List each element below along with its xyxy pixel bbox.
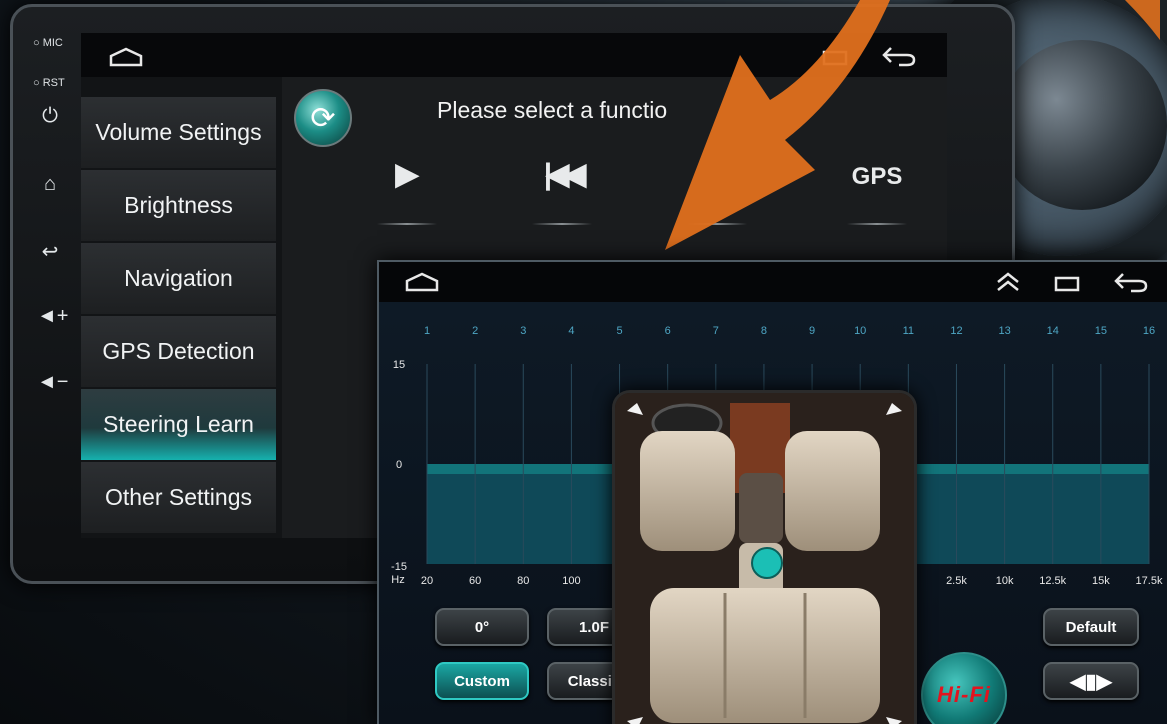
eq-band-number: 7 (713, 325, 719, 337)
menu-item-label: Navigation (124, 265, 233, 291)
eq-frequency-label: 20 (421, 575, 433, 587)
sound-field-car-diagram[interactable] (612, 390, 917, 724)
eq-frequency-label: 100 (562, 575, 580, 587)
speaker-balance-button[interactable]: ◀▮▶ (1043, 662, 1139, 700)
previous-track-icon[interactable]: |◀◀ (527, 157, 597, 192)
play-icon[interactable]: ▶ (372, 157, 442, 192)
menu-item-label: GPS Detection (102, 338, 255, 364)
mic-label: ○ MIC (33, 37, 63, 49)
angle-button[interactable]: 0° (435, 608, 529, 646)
menu-item-other-settings[interactable]: Other Settings (81, 462, 276, 533)
eq-frequency-label: 12.5k (1039, 575, 1066, 587)
equalizer-screen: 1 2 3 4 5 6 7 8 9 10 11 12 13 14 15 16 15 0 -15 Hz 20 60 80 100… (377, 260, 1167, 724)
recent-apps-icon[interactable] (1053, 272, 1083, 292)
eq-frequency-label: 2.5k (946, 575, 967, 587)
eq-band-number: 12 (950, 325, 962, 337)
menu-item-steering-learn[interactable]: Steering Learn (81, 389, 276, 460)
eq-band-number: 11 (903, 325, 914, 337)
eq-band-number: 3 (520, 325, 526, 337)
rst-button[interactable]: ○ RST (33, 77, 65, 89)
eq-band-number: 4 (568, 325, 574, 337)
power-icon[interactable]: ⏻ (37, 105, 63, 128)
sound-focus-point[interactable] (751, 547, 783, 579)
sync-button[interactable]: ⟳ (294, 89, 352, 147)
chevron-up-icon[interactable] (995, 271, 1021, 293)
home-icon[interactable] (109, 47, 143, 67)
eq-band-number: 1 (424, 325, 430, 337)
menu-item-volume-settings[interactable]: Volume Settings (81, 97, 276, 168)
eq-frequency-label: 10k (996, 575, 1014, 587)
eq-band-number: 10 (854, 325, 866, 337)
divider (532, 223, 592, 225)
y-axis-bottom-label: -15 (391, 561, 407, 573)
eq-frequency-label: 80 (517, 575, 529, 587)
equalizer-body: 1 2 3 4 5 6 7 8 9 10 11 12 13 14 15 16 15 0 -15 Hz 20 60 80 100… (379, 302, 1167, 724)
custom-preset-button[interactable]: Custom (435, 662, 529, 700)
home-icon[interactable]: ⌂ (37, 173, 63, 196)
menu-item-label: Steering Learn (103, 411, 254, 437)
menu-item-gps-detection[interactable]: GPS Detection (81, 316, 276, 387)
menu-item-label: Other Settings (104, 484, 253, 510)
menu-item-brightness[interactable]: Brightness (81, 170, 276, 241)
eq-frequency-label: 17.5k (1136, 575, 1163, 587)
back-arrow-icon[interactable] (1113, 271, 1149, 293)
orange-arrow-graphic (665, 0, 1160, 250)
eq-band-number: 15 (1095, 325, 1107, 337)
eq-band-number: 14 (1047, 325, 1059, 337)
divider (377, 223, 437, 225)
car-interior-image (615, 393, 914, 724)
refresh-icon: ⟳ (310, 101, 336, 135)
y-axis-unit-label: Hz (391, 574, 404, 586)
eq-frequency-label: 15k (1092, 575, 1110, 587)
hifi-button[interactable]: Hi-Fi (921, 652, 1007, 724)
back-icon[interactable]: ↩ (37, 239, 63, 264)
eq-band-number: 6 (665, 325, 671, 337)
volume-up-icon[interactable]: ◄+ (37, 305, 68, 328)
speaker-icon: ◀▮▶ (1070, 670, 1112, 693)
menu-item-label: Volume Settings (95, 119, 262, 145)
eq-band-number: 16 (1143, 325, 1155, 337)
eq-band-number: 8 (761, 325, 767, 337)
volume-down-icon[interactable]: ◄− (37, 371, 68, 394)
eq-band-number: 5 (616, 325, 622, 337)
y-axis-top-label: 15 (393, 359, 405, 371)
y-axis-mid-label: 0 (396, 459, 402, 471)
menu-item-label: Brightness (124, 192, 233, 218)
top-bar (379, 262, 1167, 302)
eq-band-number: 13 (998, 325, 1010, 337)
settings-menu: Volume Settings Brightness Navigation GP… (81, 97, 276, 535)
eq-band-number: 2 (472, 325, 478, 337)
default-button[interactable]: Default (1043, 608, 1139, 646)
background-scene: ○ MIC ○ RST ⏻ ⌂ ↩ ◄+ ◄− Volume Settings … (0, 0, 1167, 724)
menu-item-navigation[interactable]: Navigation (81, 243, 276, 314)
eq-frequency-label: 60 (469, 575, 481, 587)
home-icon[interactable] (405, 272, 439, 292)
eq-band-number: 9 (809, 325, 815, 337)
